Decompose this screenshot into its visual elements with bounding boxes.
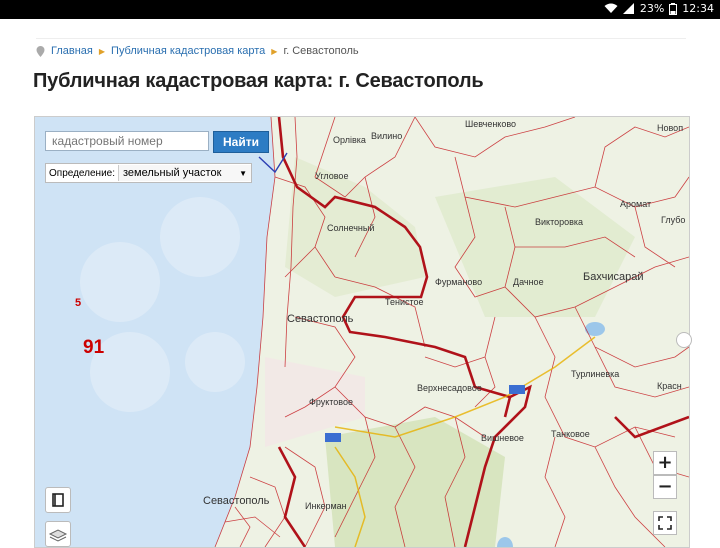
- place-label: Глубо: [661, 215, 686, 225]
- breadcrumb-home-link[interactable]: Главная: [51, 45, 93, 57]
- place-label: Верхнесадовое: [417, 383, 482, 393]
- search-bar: Найти: [45, 131, 269, 153]
- battery-percent: 23%: [639, 2, 665, 15]
- breadcrumb-separator-icon: ▶: [271, 46, 278, 56]
- place-label: Вилино: [371, 131, 403, 141]
- place-label: Угловое: [315, 171, 349, 181]
- battery-icon: [669, 2, 678, 15]
- place-label: Севастополь: [203, 495, 270, 507]
- place-label: Викторовка: [535, 217, 584, 227]
- breadcrumb: Главная ▶ Публичная кадастровая карта ▶ …: [36, 38, 686, 61]
- place-label: Дачное: [513, 277, 544, 287]
- page-title: Публичная кадастровая карта: г. Севастоп…: [33, 70, 484, 92]
- place-label: Новоп: [657, 123, 684, 133]
- zoom-out-button[interactable]: −: [653, 475, 677, 499]
- book-icon: [52, 493, 64, 507]
- place-label: Шевченково: [465, 119, 517, 129]
- place-label: Севастополь: [287, 313, 354, 325]
- cadastral-number-input[interactable]: [45, 131, 209, 151]
- place-label: Солнечный: [327, 223, 375, 233]
- layers-icon: [48, 529, 68, 542]
- signal-icon: [622, 3, 634, 14]
- region-label: 5: [75, 297, 82, 309]
- place-label: Тенистое: [385, 297, 424, 307]
- definition-selector: Определение: земельный участок ▼: [45, 163, 253, 183]
- region-label: 91: [83, 337, 105, 358]
- breadcrumb-current: г. Севастополь: [283, 45, 359, 57]
- wifi-icon: [604, 3, 618, 13]
- layers-button[interactable]: [45, 521, 71, 547]
- location-pin-icon: [36, 45, 45, 57]
- definition-selected-value: земельный участок: [123, 167, 222, 179]
- place-label: Инкерман: [305, 501, 347, 511]
- fullscreen-button[interactable]: [653, 511, 677, 535]
- place-label: Фруктовое: [309, 397, 354, 407]
- zoom-in-button[interactable]: +: [653, 451, 677, 475]
- clock: 12:34: [682, 2, 714, 15]
- place-label: Танковое: [551, 429, 590, 439]
- breadcrumb-cadastral-map-link[interactable]: Публичная кадастровая карта: [111, 45, 265, 57]
- place-label: Орлiвка: [333, 135, 366, 145]
- dropdown-arrow-icon: ▼: [239, 168, 248, 178]
- breadcrumb-separator-icon: ▶: [98, 46, 106, 56]
- place-label: Красн: [657, 381, 682, 391]
- definition-label: Определение:: [49, 167, 116, 179]
- place-label: Бахчисарай: [583, 271, 644, 283]
- scroll-handle[interactable]: [676, 332, 692, 348]
- find-button[interactable]: Найти: [213, 131, 269, 153]
- place-label: Фурманово: [435, 277, 483, 287]
- definition-select[interactable]: земельный участок ▼: [118, 165, 252, 181]
- fullscreen-icon: [658, 516, 672, 530]
- place-label: Вишневое: [481, 433, 524, 443]
- place-label: Турлиневка: [571, 369, 620, 379]
- map-tool-button[interactable]: [45, 487, 71, 513]
- status-bar: 23% 12:34: [0, 0, 720, 19]
- place-label: Аромат: [620, 199, 652, 209]
- cadastral-map[interactable]: Шевченково Новоп Вилино Орлiвка Угловое …: [34, 116, 690, 548]
